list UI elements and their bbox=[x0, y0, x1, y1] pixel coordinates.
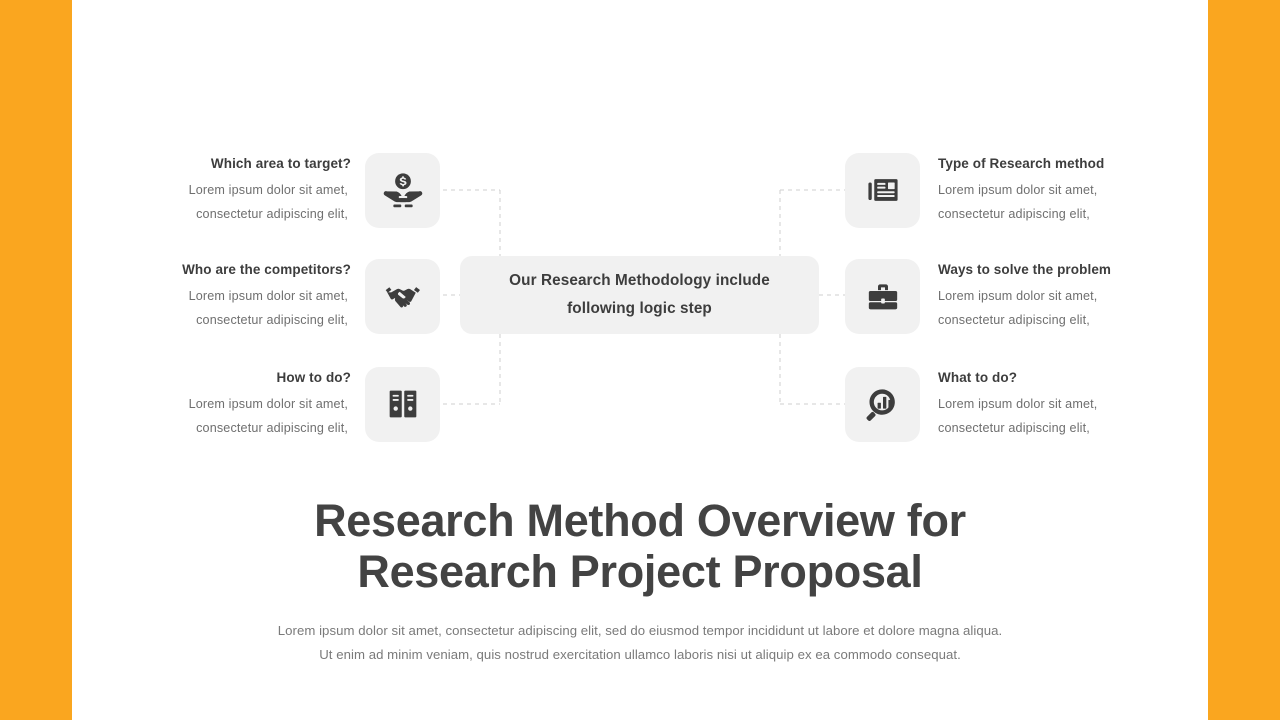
feature-title: How to do? bbox=[276, 369, 351, 385]
feature-description: Lorem ipsum dolor sit amet, consectetur … bbox=[938, 284, 1138, 332]
feature-icon-tile[interactable] bbox=[365, 152, 440, 228]
feature-description: Lorem ipsum dolor sit amet, consectetur … bbox=[938, 392, 1138, 440]
feature-icon-tile[interactable] bbox=[845, 152, 920, 228]
feature-desc-line-1: Lorem ipsum dolor sit amet, bbox=[938, 396, 1098, 411]
feature-item-ways-to-solve[interactable]: Ways to solve the problem Lorem ipsum do… bbox=[845, 258, 1138, 334]
feature-description: Lorem ipsum dolor sit amet, consectetur … bbox=[148, 284, 348, 332]
feature-item-research-method[interactable]: Type of Research method Lorem ipsum dolo… bbox=[845, 152, 1138, 228]
center-line-2: following logic step bbox=[567, 300, 712, 317]
briefcase-icon bbox=[863, 276, 903, 316]
center-line-1: Our Research Methodology include bbox=[509, 272, 770, 289]
feature-title: Ways to solve the problem bbox=[938, 261, 1112, 277]
feature-desc-line-2: consectetur adipiscing elit, bbox=[938, 312, 1090, 327]
feature-item-how-to-do[interactable]: How to do? Lorem ipsum dolor sit amet, c… bbox=[148, 366, 440, 442]
feature-icon-tile[interactable] bbox=[845, 366, 920, 442]
feature-text-block: Who are the competitors? Lorem ipsum dol… bbox=[148, 261, 351, 332]
feature-description: Lorem ipsum dolor sit amet, consectetur … bbox=[148, 392, 348, 440]
feature-description: Lorem ipsum dolor sit amet, consectetur … bbox=[938, 178, 1138, 226]
feature-item-which-area[interactable]: Which area to target? Lorem ipsum dolor … bbox=[148, 152, 440, 228]
feature-text-block: Which area to target? Lorem ipsum dolor … bbox=[148, 155, 351, 226]
handshake-icon bbox=[382, 275, 424, 317]
money-in-hands-icon bbox=[382, 169, 424, 211]
feature-desc-line-2: consectetur adipiscing elit, bbox=[196, 312, 348, 327]
page-title: Research Method Overview for Research Pr… bbox=[0, 495, 1280, 597]
page-subcopy: Lorem ipsum dolor sit amet, consectetur … bbox=[0, 619, 1280, 667]
page-title-line-1: Research Method Overview for bbox=[314, 495, 966, 546]
subcopy-line-2: Ut enim ad minim veniam, quis nostrud ex… bbox=[319, 647, 961, 662]
feature-text-block: How to do? Lorem ipsum dolor sit amet, c… bbox=[148, 369, 351, 440]
feature-desc-line-1: Lorem ipsum dolor sit amet, bbox=[188, 396, 348, 411]
feature-icon-tile[interactable] bbox=[845, 258, 920, 334]
headline-block: Research Method Overview for Research Pr… bbox=[0, 495, 1280, 667]
feature-desc-line-1: Lorem ipsum dolor sit amet, bbox=[938, 182, 1098, 197]
feature-desc-line-2: consectetur adipiscing elit, bbox=[938, 420, 1090, 435]
feature-desc-line-1: Lorem ipsum dolor sit amet, bbox=[188, 288, 348, 303]
center-statement-box: Our Research Methodology include followi… bbox=[460, 256, 819, 334]
feature-text-block: Type of Research method Lorem ipsum dolo… bbox=[938, 155, 1138, 226]
feature-title: Type of Research method bbox=[938, 155, 1105, 171]
subcopy-line-1: Lorem ipsum dolor sit amet, consectetur … bbox=[277, 623, 1003, 638]
feature-icon-tile[interactable] bbox=[365, 366, 440, 442]
feature-title: Who are the competitors? bbox=[182, 261, 351, 277]
feature-title: Which area to target? bbox=[210, 155, 351, 171]
feature-title: What to do? bbox=[938, 369, 1018, 385]
feature-text-block: Ways to solve the problem Lorem ipsum do… bbox=[938, 261, 1138, 332]
feature-desc-line-2: consectetur adipiscing elit, bbox=[196, 420, 348, 435]
methodology-diagram: Which area to target? Lorem ipsum dolor … bbox=[0, 0, 1280, 470]
feature-description: Lorem ipsum dolor sit amet, consectetur … bbox=[148, 178, 348, 226]
feature-item-what-to-do[interactable]: What to do? Lorem ipsum dolor sit amet, … bbox=[845, 366, 1138, 442]
feature-desc-line-1: Lorem ipsum dolor sit amet, bbox=[938, 288, 1098, 303]
feature-desc-line-2: consectetur adipiscing elit, bbox=[938, 206, 1090, 221]
slide-canvas: Which area to target? Lorem ipsum dolor … bbox=[0, 0, 1280, 720]
binders-archive-icon bbox=[383, 384, 423, 424]
feature-desc-line-2: consectetur adipiscing elit, bbox=[196, 206, 348, 221]
center-statement-text: Our Research Methodology include followi… bbox=[495, 267, 784, 323]
feature-desc-line-1: Lorem ipsum dolor sit amet, bbox=[188, 182, 348, 197]
newspaper-icon bbox=[863, 170, 903, 210]
feature-text-block: What to do? Lorem ipsum dolor sit amet, … bbox=[938, 369, 1138, 440]
magnifier-bar-chart-icon bbox=[863, 384, 903, 424]
page-title-line-2: Research Project Proposal bbox=[357, 546, 923, 597]
feature-icon-tile[interactable] bbox=[365, 258, 440, 334]
feature-item-competitors[interactable]: Who are the competitors? Lorem ipsum dol… bbox=[148, 258, 440, 334]
